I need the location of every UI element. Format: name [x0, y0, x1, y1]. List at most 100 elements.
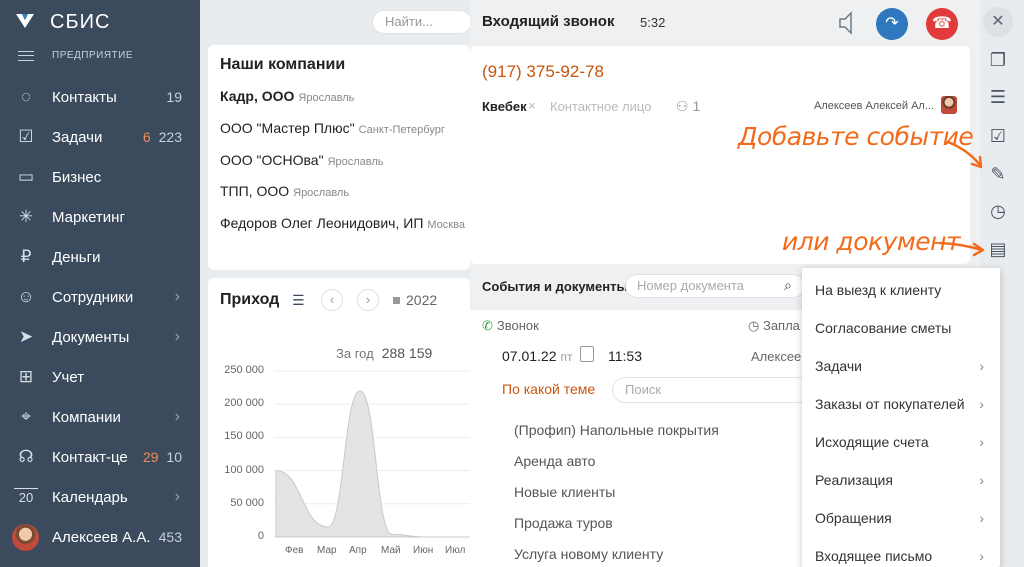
event-date[interactable]: 07.01.22 пт: [502, 348, 573, 364]
sidebar-item-money[interactable]: ₽ Деньги: [0, 237, 200, 277]
participants-value: 1: [692, 98, 701, 114]
close-button[interactable]: ✕: [983, 7, 1013, 37]
series-area: [275, 390, 470, 538]
menu-item[interactable]: На выезд к клиенту: [802, 271, 1000, 309]
topic-item[interactable]: Продажа туров: [514, 515, 613, 531]
overdue-count: 6: [142, 129, 151, 145]
companies-title: Наши компании: [220, 56, 346, 73]
company-item[interactable]: ООО "ОСНОва" Ярославль: [220, 152, 384, 168]
menu-item-label: Заказы от покупателей: [815, 396, 965, 412]
sidebar-item-count: 6 223: [143, 129, 182, 145]
sidebar-item-staff[interactable]: ☺ Сотрудники ›: [0, 277, 200, 317]
contact-person-field[interactable]: Контактное лицо: [550, 99, 651, 114]
annotation-add-event: Добавьте событие: [738, 122, 974, 151]
topic-label: По какой теме: [502, 381, 596, 397]
section-switcher[interactable]: ПРЕДПРИЯТИЕ: [18, 50, 133, 61]
menu-item[interactable]: Входящее письмо ›: [802, 537, 1000, 567]
x-tick-label: Апр: [349, 545, 367, 556]
company-name: Кадр, ООО: [220, 88, 295, 104]
app-logo[interactable]: СБИС: [14, 10, 110, 34]
company-city: Ярославль: [298, 92, 355, 104]
sidebar-item-label: Маркетинг: [52, 208, 125, 226]
copy-icon[interactable]: ❐: [986, 48, 1010, 72]
sidebar-item-contacts[interactable]: ◌ Контакты 19: [0, 77, 200, 117]
menu-item[interactable]: Задачи ›: [802, 347, 1000, 385]
menu-item[interactable]: Заказы от покупателей ›: [802, 385, 1000, 423]
global-search-input[interactable]: Найти...: [372, 10, 472, 34]
caller-phone[interactable]: (917) 375-92-78: [482, 62, 604, 82]
calendar-picker-icon[interactable]: [580, 346, 594, 362]
sidebar-item-label: Сотрудники: [52, 288, 134, 306]
sidebar-item-tasks[interactable]: ☑ Задачи 6 223: [0, 117, 200, 157]
sidebar-item-profile[interactable]: Алексеев А.А. 453: [0, 517, 200, 557]
responsible-avatar: [941, 96, 957, 114]
event-type: ✆ Звонок: [482, 318, 539, 334]
total-count: 10: [166, 449, 182, 465]
chevron-right-icon: ›: [979, 472, 984, 488]
document-number-input[interactable]: Номер документа: [625, 274, 805, 298]
menu-item[interactable]: Обращения ›: [802, 499, 1000, 537]
hangup-button[interactable]: ☎: [926, 8, 958, 40]
sidebar-item-count: 19: [166, 89, 182, 105]
planned-toggle[interactable]: ◷ Запла: [748, 318, 800, 334]
remove-contact-icon[interactable]: ×: [528, 98, 536, 113]
company-item[interactable]: ООО "Мастер Плюс" Санкт-Петербург: [220, 120, 445, 136]
x-tick-label: Июн: [413, 545, 434, 556]
menu-item[interactable]: Согласование сметы: [802, 309, 1000, 347]
pencil-icon[interactable]: ✎: [986, 162, 1010, 186]
chevron-right-icon: ›: [979, 548, 984, 564]
call-duration: 5:32: [640, 15, 666, 30]
company-city: Ярославль: [327, 156, 384, 168]
event-owner[interactable]: Алексеев: [751, 349, 808, 364]
clock-icon: ◷: [748, 318, 763, 333]
clock-icon[interactable]: ◷: [986, 199, 1010, 223]
y-tick-label: 150 000: [224, 430, 264, 443]
sidebar-item-companies[interactable]: ⌖ Компании ›: [0, 397, 200, 437]
y-tick-label: 200 000: [224, 397, 264, 410]
event-time[interactable]: 11:53: [608, 348, 642, 364]
sidebar-item-business[interactable]: ▭ Бизнес: [0, 157, 200, 197]
sidebar-item-marketing[interactable]: ✳ Маркетинг: [0, 197, 200, 237]
company-item[interactable]: ТПП, ООО Ярославль: [220, 183, 349, 199]
sidebar-item-contact-center[interactable]: ☊ Контакт-це 29 10: [0, 437, 200, 477]
y-tick-label: 50 000: [230, 496, 264, 509]
company-name: ООО "Мастер Плюс": [220, 120, 355, 136]
company-item[interactable]: Кадр, ООО Ярославль: [220, 88, 354, 104]
sidebar-item-label: Календарь: [52, 488, 128, 506]
topic-search-input[interactable]: Поиск: [612, 377, 812, 403]
chevron-right-icon: ›: [174, 328, 180, 345]
sidebar-item-documents[interactable]: ➤ Документы ›: [0, 317, 200, 357]
list-icon[interactable]: ☰: [986, 85, 1010, 109]
app-title: СБИС: [50, 10, 111, 33]
sidebar-item-label: Документы: [52, 328, 130, 346]
speaker-icon[interactable]: [836, 10, 856, 36]
topic-item[interactable]: Услуга новому клиенту: [514, 546, 663, 562]
sidebar-item-label: Деньги: [52, 248, 101, 266]
participants-count[interactable]: ⚇ 1: [676, 98, 700, 115]
hamburger-icon: [18, 50, 34, 61]
menu-item-label: Обращения: [815, 510, 892, 526]
staff-icon: ☺: [17, 287, 35, 306]
menu-item[interactable]: Исходящие счета ›: [802, 423, 1000, 461]
task-check-icon[interactable]: ☑: [986, 124, 1010, 148]
y-tick-label: 100 000: [224, 463, 264, 476]
contact-name[interactable]: Квебек: [482, 99, 527, 114]
chevron-right-icon: ›: [174, 408, 180, 425]
menu-item[interactable]: Реализация ›: [802, 461, 1000, 499]
topic-item[interactable]: (Профип) Напольные покрытия: [514, 422, 719, 438]
companies-icon: ⌖: [21, 407, 31, 426]
topic-item[interactable]: Новые клиенты: [514, 484, 615, 500]
search-icon[interactable]: ⌕: [784, 277, 792, 294]
documents-icon: ➤: [18, 327, 34, 346]
responsible-name[interactable]: Алексеев Алексей Ал...: [814, 100, 934, 112]
forward-call-button[interactable]: ↷: [876, 8, 908, 40]
sidebar-item-calendar[interactable]: 20 Календарь ›: [0, 477, 200, 517]
document-icon[interactable]: ▤: [986, 237, 1010, 261]
company-city: Москва: [427, 219, 465, 231]
topic-item[interactable]: Аренда авто: [514, 453, 595, 469]
event-weekday: пт: [560, 350, 573, 364]
company-item[interactable]: Федоров Олег Леонидович, ИП Москва: [220, 215, 465, 231]
sidebar-item-accounting[interactable]: ⊞ Учет: [0, 357, 200, 397]
sbis-logo-icon: [16, 14, 34, 28]
x-tick-label: Май: [381, 545, 401, 556]
